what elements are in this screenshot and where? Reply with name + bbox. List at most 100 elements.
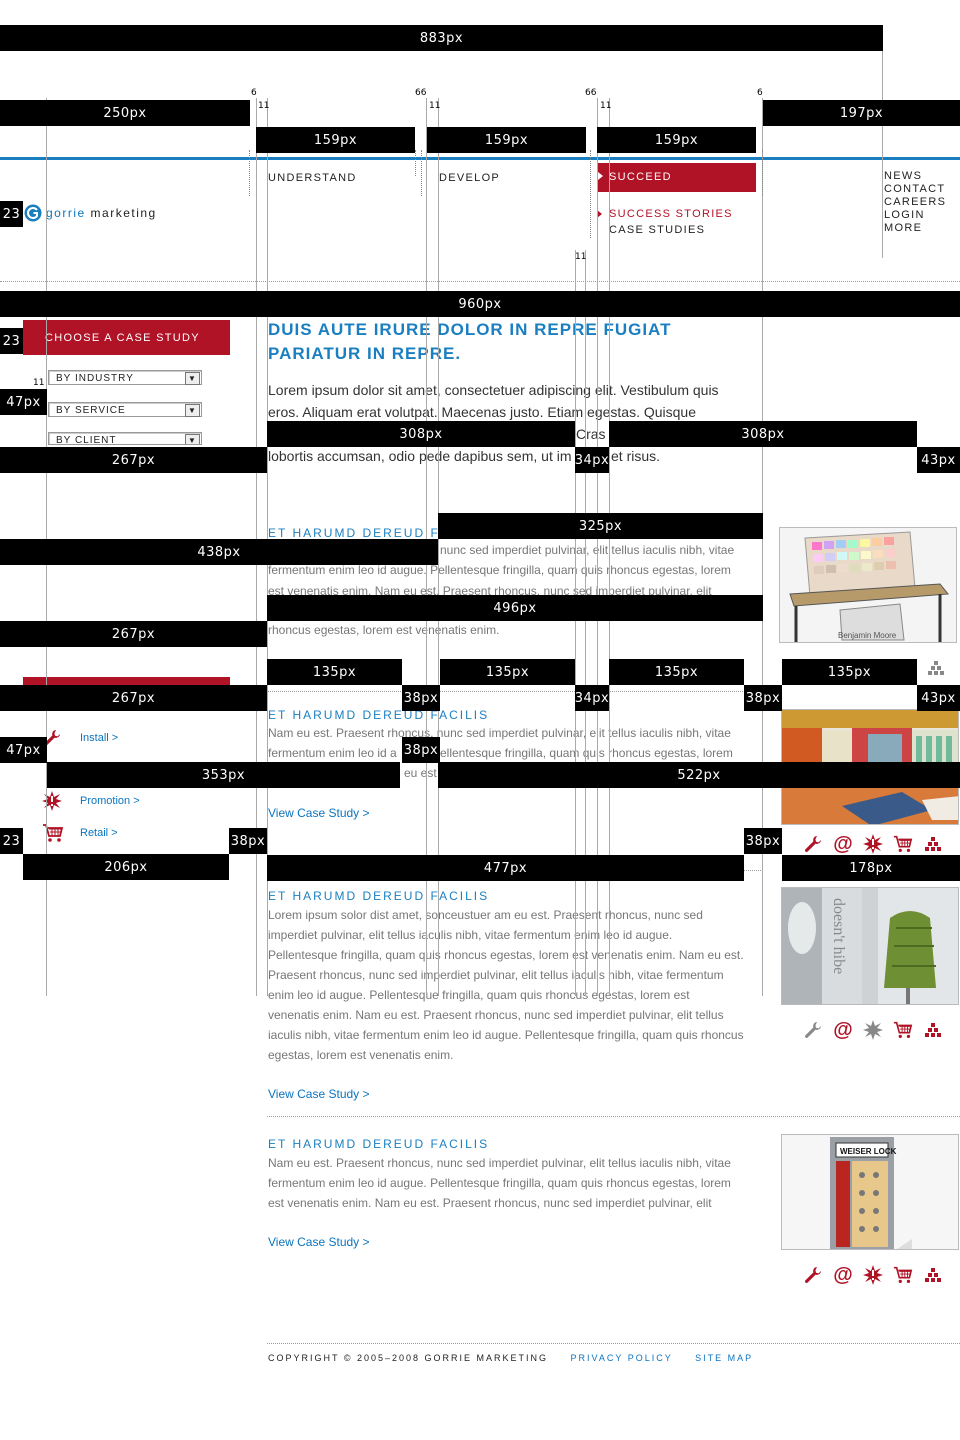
measure-bar: 308px [609, 421, 917, 447]
guide-dotted [415, 150, 416, 176]
case-image: WEISER LOCK [781, 1134, 959, 1250]
wrench-icon[interactable] [803, 1265, 823, 1285]
utility-contact[interactable]: CONTACT [884, 183, 946, 196]
case-heading: ET HARUMD DEREUD FA [268, 526, 450, 540]
guide-dotted [590, 150, 591, 238]
measure-bar: 38px [229, 828, 267, 854]
measure-bar: 23 [0, 201, 23, 227]
wrench-icon[interactable] [803, 1020, 823, 1040]
nav-succeed[interactable]: SUCCEED [597, 163, 756, 192]
nav-develop[interactable]: DEVELOP [439, 172, 500, 184]
chevron-down-icon: ▼ [185, 372, 200, 385]
measure-label: 11 [33, 378, 45, 388]
sidebar-service-label: Retail > [80, 827, 118, 839]
copyright: COPYRIGHT © 2005–2008 GORRIE MARKETING [268, 1353, 549, 1363]
case-heading: ET HARUMD DEREUD FACILIS [268, 889, 490, 903]
choose-case-study-header: CHOOSE A CASE STUDY [23, 320, 230, 355]
utility-login[interactable]: LOGIN [884, 209, 946, 222]
sitemap-icon[interactable] [923, 1020, 943, 1040]
burst-icon[interactable] [863, 1265, 883, 1285]
view-case-study-link[interactable]: View Case Study > [268, 1087, 370, 1101]
logo[interactable]: gorrie marketing [24, 204, 157, 222]
industry-select[interactable]: BY INDUSTRY ▼ [48, 370, 202, 385]
divider [0, 281, 960, 282]
view-case-study-link[interactable]: View Case Study > [268, 1235, 370, 1249]
burst-icon[interactable] [863, 834, 883, 854]
service-select[interactable]: BY SERVICE ▼ [48, 402, 202, 417]
privacy-policy-link[interactable]: PRIVACY POLICY [571, 1353, 673, 1363]
measure-bar: 43px [917, 447, 960, 473]
case-text-line: rhoncus egestas, lorem est venenatis eni… [268, 623, 500, 637]
page-title: DUIS AUTE IRURE DOLOR IN REPRE FUGIAT PA… [268, 320, 672, 363]
case-heading: ET HARUMD DEREUD FACILIS [268, 1137, 490, 1151]
burst-icon [42, 791, 62, 811]
burst-icon[interactable] [863, 1020, 883, 1040]
guide-line [575, 250, 576, 996]
case-text-line: fermentum enim leo id augue. Pellentesqu… [268, 563, 731, 577]
measure-bar: 477px [267, 855, 744, 881]
chevron-down-icon: ▼ [185, 434, 200, 444]
measure-bar: 38px [744, 828, 782, 854]
cart-icon[interactable] [893, 1020, 913, 1040]
case-text-line: ellentesque fringilla, quam quis rhoncus… [440, 746, 733, 760]
measure-bar: 23 [0, 828, 23, 854]
guide-dotted [762, 150, 763, 196]
at-icon[interactable]: @ [833, 833, 853, 855]
measure-bar: 267px [0, 685, 267, 711]
guide-line [882, 50, 883, 258]
utility-careers[interactable]: CAREERS [884, 196, 946, 209]
view-case-study-link[interactable]: View Case Study > [268, 806, 370, 820]
paint-display-image: Benjamin Moore [780, 528, 956, 642]
arrow-right-icon [598, 172, 603, 180]
measure-bar: 197px [763, 100, 960, 126]
hero-text-line: lobortis accumsan, odio pede dapibus sem… [268, 448, 572, 464]
case-text-line: nunc sed imperdiet pulvinar, elit tellus… [440, 543, 735, 557]
hero-text-line: Lorem ipsum dolor sit amet, consectetuer… [268, 382, 719, 398]
measure-bar: 38px [402, 737, 440, 763]
sitemap-icon[interactable] [923, 834, 943, 854]
measure-label: 11 [600, 101, 612, 111]
cart-icon[interactable] [893, 834, 913, 854]
measure-bar: 135px [440, 659, 575, 685]
case-image: Benjamin Moore [779, 527, 957, 643]
sitemap-icon[interactable] [923, 1265, 943, 1285]
nav-understand[interactable]: UNDERSTAND [268, 172, 357, 184]
wrench-icon[interactable] [803, 834, 823, 854]
client-select[interactable]: BY CLIENT ▼ [48, 432, 202, 445]
sidebar-service-retail[interactable]: Retail > [42, 823, 118, 843]
hero-text-line: eros. Aliquam erat volutpat. Maecenas ju… [268, 404, 697, 420]
at-icon[interactable]: @ [833, 1019, 853, 1041]
service-icons: @ [803, 1264, 943, 1286]
service-icons: @ [803, 1019, 943, 1041]
measure-bar: 34px [575, 447, 609, 473]
sidebar-service-promotion[interactable]: Promotion > [42, 791, 140, 811]
footer-divider [267, 1343, 960, 1344]
utility-more[interactable]: MORE [884, 222, 946, 235]
measure-label: 66 [415, 88, 427, 98]
measure-label: 11 [429, 101, 441, 111]
measure-bar: 159px [256, 127, 415, 153]
brand-name: gorrie marketing [46, 206, 157, 220]
measure-bar: 135px [609, 659, 744, 685]
site-map-link[interactable]: SITE MAP [695, 1353, 753, 1363]
sitemap-icon[interactable] [928, 660, 944, 681]
cart-icon[interactable] [893, 1265, 913, 1285]
measure-bar: 38px [402, 685, 440, 711]
sidebar-service-install[interactable]: Install > [42, 728, 118, 748]
utility-news[interactable]: NEWS [884, 170, 946, 183]
apparel-window-image: doesn't hibe [782, 888, 958, 1004]
sidebar-service-label: Promotion > [80, 795, 140, 807]
measure-bar: 438px [0, 539, 438, 565]
subnav-case-studies[interactable]: CASE STUDIES [609, 224, 705, 236]
measure-bar: 47px [0, 737, 47, 763]
measure-bar: 960px [0, 291, 960, 317]
hero-text-line: Cras i [576, 426, 613, 442]
utility-nav: NEWS CONTACT CAREERS LOGIN MORE [884, 170, 946, 235]
at-icon[interactable]: @ [833, 1264, 853, 1286]
divider [267, 1116, 960, 1117]
case-body: Lorem ipsum solor dist amet, sonceustuer… [268, 908, 744, 1062]
sidebar-service-label: Install > [80, 732, 119, 744]
nav-succeed-label: SUCCEED [609, 171, 672, 183]
measure-label: 6 [251, 88, 257, 98]
measure-bar: 43px [917, 685, 960, 711]
